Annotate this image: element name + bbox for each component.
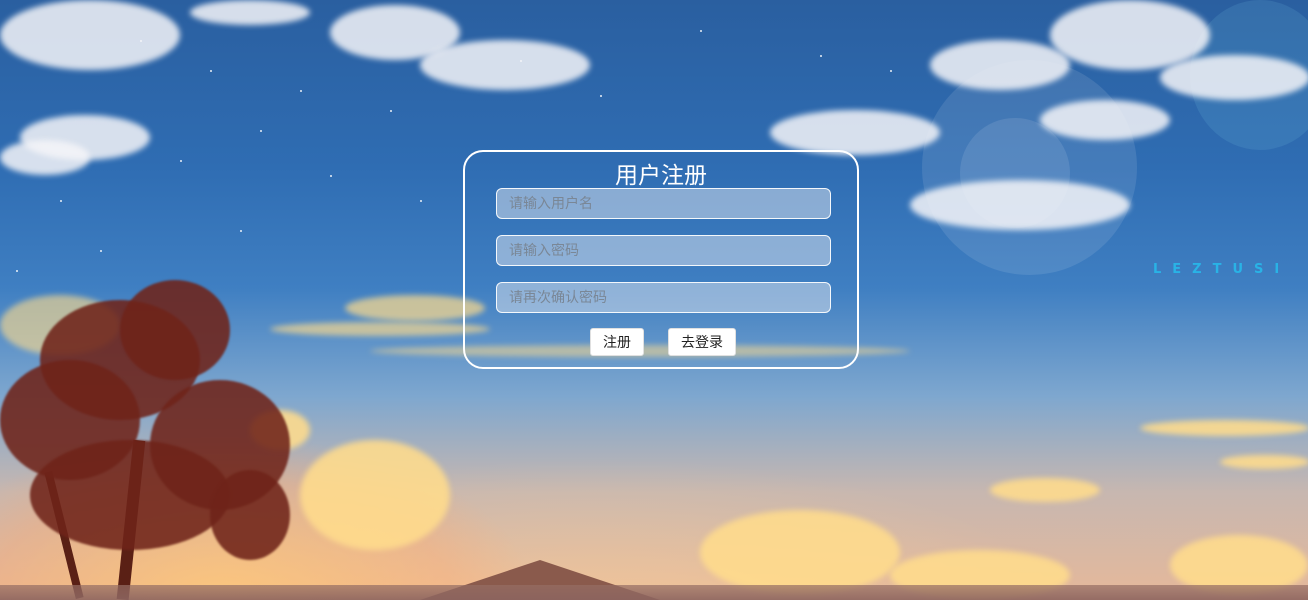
cloud: [270, 322, 490, 336]
cloud: [770, 110, 940, 155]
cloud: [300, 440, 450, 550]
username-input[interactable]: [496, 188, 831, 219]
star: [180, 160, 182, 162]
star: [300, 90, 302, 92]
star: [420, 200, 422, 202]
star: [210, 70, 212, 72]
star: [60, 200, 62, 202]
star: [820, 55, 822, 57]
cloud: [1160, 55, 1308, 100]
star: [890, 70, 892, 72]
cloud: [420, 40, 590, 90]
star: [330, 175, 332, 177]
confirm-password-input[interactable]: [496, 282, 831, 313]
star: [240, 230, 242, 232]
cloud: [0, 0, 180, 70]
cloud: [910, 180, 1130, 230]
star: [600, 95, 602, 97]
cloud: [0, 140, 90, 175]
tree-foliage: [120, 280, 230, 380]
cloud: [1220, 455, 1308, 469]
ground: [0, 585, 1308, 600]
star: [260, 130, 262, 132]
cloud: [990, 478, 1100, 502]
cloud: [190, 0, 310, 25]
tree-foliage: [210, 470, 290, 560]
cloud: [930, 40, 1070, 90]
star: [100, 250, 102, 252]
password-input[interactable]: [496, 235, 831, 266]
register-form: 用户注册 注册 去登录: [463, 150, 859, 369]
star: [700, 30, 702, 32]
star: [390, 110, 392, 112]
brand-text: LEZTUSI: [1153, 262, 1291, 277]
register-button[interactable]: 注册: [590, 328, 644, 356]
cloud: [700, 510, 900, 595]
go-login-button[interactable]: 去登录: [668, 328, 736, 356]
form-title: 用户注册: [615, 163, 707, 189]
cloud: [1040, 100, 1170, 140]
cloud: [1140, 420, 1308, 436]
tree-foliage: [30, 440, 230, 550]
star: [16, 270, 18, 272]
